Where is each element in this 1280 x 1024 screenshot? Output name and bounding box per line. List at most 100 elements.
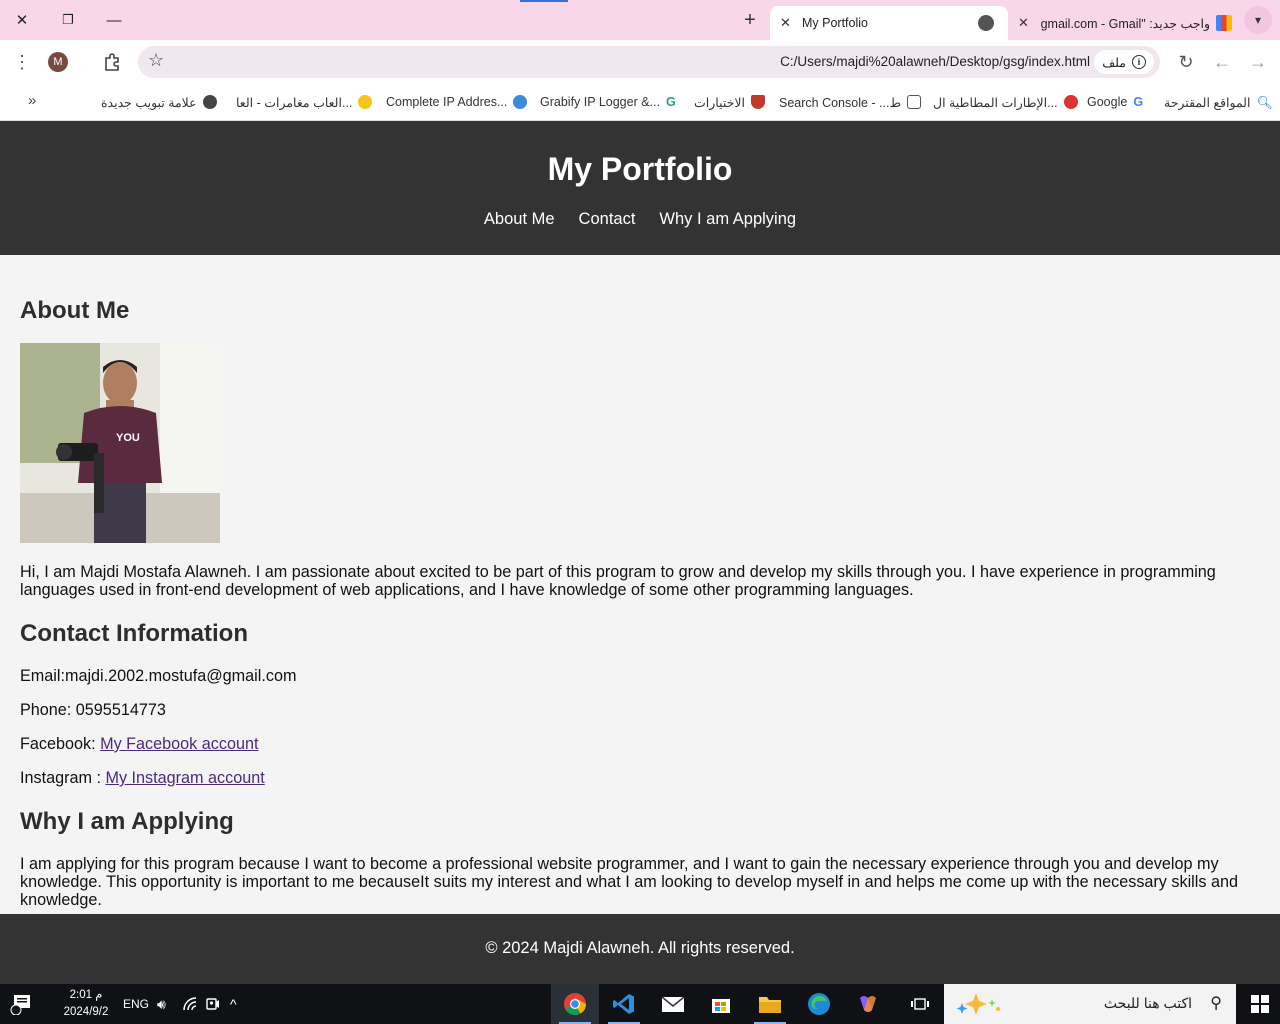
clock[interactable]: 2:01 م 2024/9/2: [56, 987, 116, 1021]
nav-contact[interactable]: Contact: [579, 210, 636, 229]
instagram-link[interactable]: My Instagram account: [105, 769, 264, 787]
volume-icon[interactable]: 🔊︎: [157, 984, 166, 1024]
search-placeholder: اكتب هنا للبحث: [1103, 995, 1192, 1011]
shirt-text: YOU: [116, 432, 140, 444]
close-tab-icon[interactable]: ✕: [1018, 15, 1029, 31]
browser-toolbar: ⋮ M ☆ C:/Users/majdi%20alawneh/Desktop/g…: [0, 40, 1280, 84]
search-icon: 🔍︎: [1256, 95, 1273, 110]
info-icon: i: [1132, 55, 1146, 69]
url-text[interactable]: C:/Users/majdi%20alawneh/Desktop/gsg/ind…: [780, 54, 1090, 69]
bookmarks-bar: » المواقع المقترحة 🔍︎ Google G الإطارات ال…: [0, 84, 1280, 121]
notifications-icon[interactable]: [10, 984, 34, 1024]
site-info-chip[interactable]: ملف i: [1094, 50, 1154, 74]
sparkle-icon: [954, 991, 1014, 1022]
taskbar: 2:01 م 2024/9/2 ENG 🔊︎ ^ اكتب هنا للبحث …: [0, 984, 1280, 1024]
clock-date: 2024/9/2: [63, 1006, 109, 1018]
bookmark-label: Grabify IP Logger &...: [540, 95, 660, 109]
gmail-icon: [1216, 15, 1232, 31]
profile-photo: YOU: [20, 343, 220, 543]
google-icon: G: [1133, 95, 1144, 109]
loading-indicator: [520, 0, 568, 2]
edge-taskbar-icon[interactable]: [795, 984, 843, 1024]
globe-icon: [202, 95, 217, 109]
site-nav: About Me Contact Why I am Applying: [0, 210, 1280, 229]
bookmark-item[interactable]: المواقع المقترحة 🔍︎: [1164, 92, 1273, 112]
store-taskbar-icon[interactable]: [697, 984, 745, 1024]
bookmark-item[interactable]: Grabify IP Logger &... G: [540, 92, 680, 112]
instagram-label: Instagram :: [20, 769, 106, 787]
contact-instagram: Instagram : My Instagram account: [20, 769, 1240, 787]
bookmark-item[interactable]: Google G: [1087, 92, 1147, 112]
reload-icon[interactable]: ↻: [1172, 48, 1200, 76]
extensions-icon[interactable]: [98, 48, 126, 76]
browser-titlebar: ✕ ❐ — + ✕ My Portfolio ✕ واجب جديد: "gma…: [0, 0, 1280, 40]
bookmark-label: Search Console - ...ط: [779, 95, 902, 110]
bookmark-item[interactable]: الإطارات المطاطية ال...: [933, 92, 1078, 112]
more-bookmarks-icon[interactable]: »: [28, 92, 36, 109]
taskbar-search[interactable]: اكتب هنا للبحث ⚲: [944, 984, 1236, 1024]
contact-email: Email:majdi.2002.mostufa@gmail.com: [20, 667, 297, 685]
bookmark-item[interactable]: Complete IP Addres...: [386, 92, 528, 112]
globe-icon: [513, 95, 528, 109]
grabify-icon: G: [665, 95, 676, 109]
bookmark-item[interactable]: الاختيارات: [694, 92, 765, 112]
close-tab-icon[interactable]: ✕: [780, 15, 791, 31]
more-menu-icon[interactable]: ⋮: [8, 48, 36, 76]
restore-window-button[interactable]: ❐: [54, 6, 82, 34]
why-text: I am applying for this program because I…: [20, 855, 1238, 909]
facebook-link[interactable]: My Facebook account: [100, 735, 258, 753]
mail-taskbar-icon[interactable]: [649, 984, 697, 1024]
vscode-taskbar-icon[interactable]: [600, 984, 648, 1024]
contact-heading: Contact Information: [20, 620, 248, 647]
site-footer: © 2024 Majdi Alawneh. All rights reserve…: [0, 914, 1280, 984]
meet-icon[interactable]: [206, 984, 220, 1024]
bookmark-label: العاب مغامرات - العا...: [236, 95, 353, 110]
tab-my-portfolio[interactable]: ✕ My Portfolio: [770, 6, 1008, 40]
why-heading: Why I am Applying: [20, 808, 234, 835]
bookmark-label: Complete IP Addres...: [386, 95, 508, 109]
footer-text: © 2024 Majdi Alawneh. All rights reserve…: [485, 939, 795, 957]
tab-title: My Portfolio: [802, 16, 868, 30]
bookmark-icon: [750, 95, 765, 109]
avatar[interactable]: M: [48, 52, 68, 72]
new-tab-button[interactable]: +: [738, 8, 762, 32]
facebook-label: Facebook:: [20, 735, 101, 753]
site-header: My Portfolio About Me Contact Why I am A…: [0, 121, 1280, 255]
network-icon[interactable]: [183, 984, 199, 1024]
file-explorer-taskbar-icon[interactable]: [746, 984, 794, 1024]
bookmark-item[interactable]: العاب مغامرات - العا...: [236, 92, 373, 112]
bookmark-star-icon[interactable]: ☆: [148, 50, 164, 71]
tab-title: واجب جديد: "gmail.com - Gmail": [1040, 16, 1210, 31]
address-bar[interactable]: ☆ C:/Users/majdi%20alawneh/Desktop/gsg/i…: [138, 46, 1160, 78]
task-view-icon[interactable]: [896, 984, 944, 1024]
page-title: My Portfolio: [547, 151, 733, 187]
chrome-taskbar-icon[interactable]: [551, 984, 599, 1024]
about-heading: About Me: [20, 297, 130, 324]
back-icon[interactable]: ←: [1208, 48, 1236, 76]
clock-time: 2:01 م: [69, 989, 103, 1001]
forward-icon[interactable]: →: [1244, 48, 1272, 76]
bookmark-item[interactable]: علامة تبويب جديدة: [101, 92, 217, 112]
site-info-label: ملف: [1102, 55, 1126, 70]
minimize-window-button[interactable]: —: [100, 6, 128, 34]
bookmark-label: الإطارات المطاطية ال...: [933, 95, 1058, 110]
about-text: Hi, I am Majdi Mostafa Alawneh. I am pas…: [20, 563, 1216, 599]
start-button[interactable]: [1240, 984, 1280, 1024]
copilot-taskbar-icon[interactable]: [844, 984, 892, 1024]
tab-gmail[interactable]: ✕ واجب جديد: "gmail.com - Gmail": [1010, 6, 1242, 40]
nav-why[interactable]: Why I am Applying: [659, 210, 796, 229]
bookmark-label: Google: [1087, 95, 1128, 109]
bookmark-label: المواقع المقترحة: [1164, 95, 1251, 110]
emoji-icon: [358, 95, 373, 109]
close-window-button[interactable]: ✕: [8, 6, 36, 34]
language-indicator[interactable]: ENG: [123, 984, 149, 1024]
show-hidden-icons[interactable]: ^: [230, 984, 237, 1024]
bookmark-label: الاختيارات: [694, 95, 745, 110]
contact-phone: Phone: 0595514773: [20, 701, 166, 719]
search-icon: ⚲: [1210, 995, 1222, 1012]
globe-icon: [978, 15, 994, 31]
contact-facebook: Facebook: My Facebook account: [20, 735, 1240, 753]
nav-about[interactable]: About Me: [484, 210, 555, 229]
tab-search-button[interactable]: ▾: [1244, 6, 1272, 34]
bookmark-item[interactable]: Search Console - ...ط: [779, 92, 922, 112]
